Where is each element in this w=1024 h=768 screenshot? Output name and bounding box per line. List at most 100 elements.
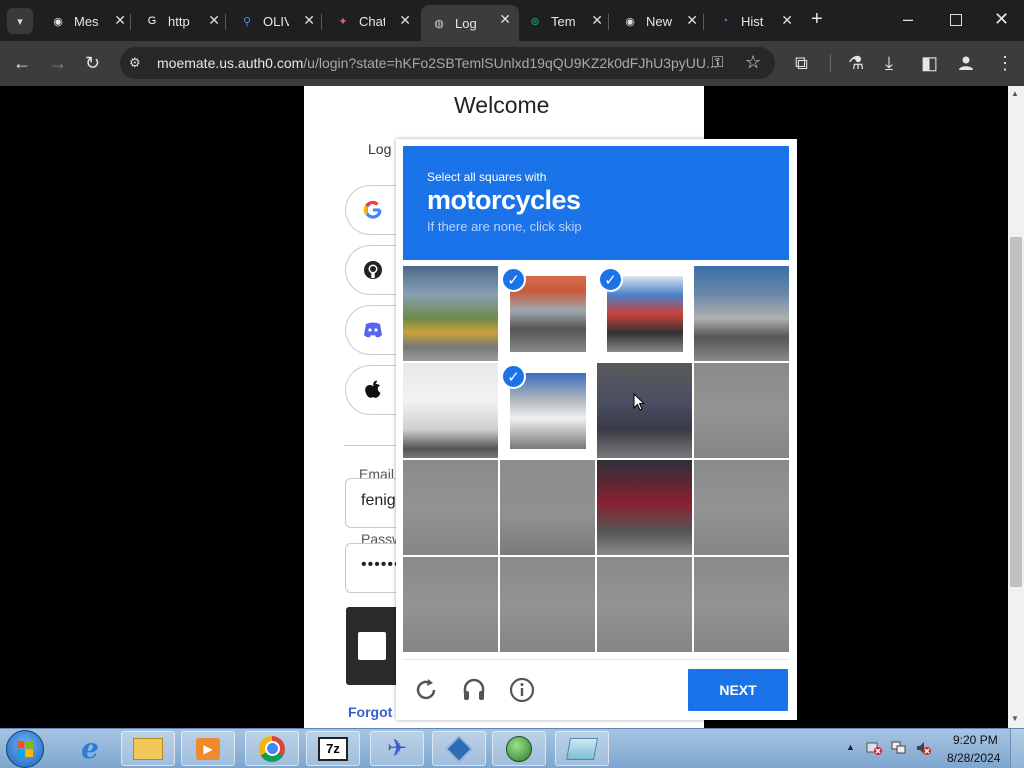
captcha-tile[interactable] [694, 557, 789, 652]
tab-title: Hist [741, 13, 764, 29]
apple-icon [362, 379, 384, 401]
captcha-tile-image [403, 557, 498, 652]
captcha-tile[interactable] [694, 266, 789, 361]
reload-challenge-icon[interactable] [412, 676, 440, 704]
scroll-up-arrow-icon[interactable]: ▲ [1011, 89, 1019, 98]
close-tab-icon[interactable]: ✕ [114, 12, 126, 29]
tab-1[interactable]: ◉ Mes ✕ [40, 6, 134, 36]
captcha-tile[interactable]: ✓ [597, 266, 692, 361]
scroll-down-arrow-icon[interactable]: ▼ [1011, 714, 1019, 723]
network-icon[interactable] [891, 740, 907, 756]
captcha-tile[interactable]: ✓ [500, 363, 595, 458]
tray-overflow-icon[interactable]: ▲ [846, 742, 855, 752]
globe-app-icon[interactable] [492, 731, 546, 766]
captcha-tile-image [694, 557, 789, 652]
chat-icon: ✦ [338, 15, 348, 28]
tab-7[interactable]: ◉ New ✕ [612, 6, 706, 36]
next-button[interactable]: NEXT [688, 669, 788, 711]
tab-title: Chat [359, 13, 385, 29]
captcha-tile-image [500, 557, 595, 652]
tab-6[interactable]: ⊛ Tem ✕ [517, 6, 611, 36]
tab-3[interactable]: ⚲ OLIV ✕ [229, 6, 323, 36]
close-tab-icon[interactable]: ✕ [591, 12, 603, 29]
tab-4[interactable]: ✦ Chat ✕ [325, 6, 419, 36]
tab-title: Tem [551, 13, 576, 29]
tab-title: Mes [74, 13, 99, 29]
7zip-icon[interactable]: 7z [306, 731, 360, 766]
captcha-tile[interactable] [403, 363, 498, 458]
captcha-tile[interactable] [694, 363, 789, 458]
clock-time[interactable]: 9:20 PM [953, 733, 998, 747]
bird-app-icon[interactable]: ✈ [370, 731, 424, 766]
side-panel-icon[interactable]: ◧ [921, 54, 938, 72]
media-player-icon[interactable]: ▶ [181, 731, 235, 766]
profile-avatar-icon[interactable] [958, 55, 973, 70]
volume-muted-icon[interactable] [915, 740, 931, 756]
close-tab-icon[interactable]: ✕ [399, 12, 411, 29]
tab-2[interactable]: Ghttp ✕ [134, 6, 228, 36]
tab-search-button[interactable]: ▾ [7, 8, 33, 34]
info-icon[interactable] [508, 676, 536, 704]
captcha-footer-divider [403, 659, 789, 660]
captcha-tile[interactable] [500, 460, 595, 555]
clock-date[interactable]: 8/28/2024 [947, 751, 1000, 765]
scrollbar-thumb[interactable] [1010, 237, 1022, 587]
tab-title: OLIV [263, 13, 289, 29]
captcha-tile[interactable] [403, 460, 498, 555]
login-subtitle: Log [368, 141, 392, 157]
captcha-image-grid: ✓ ✓ ✓ [403, 266, 789, 652]
notepad-app-icon[interactable] [555, 731, 609, 766]
tab-8[interactable]: ◔ Hist ✕ [707, 6, 801, 36]
password-key-icon[interactable]: ⚿ [712, 54, 723, 72]
captcha-tile[interactable] [597, 460, 692, 555]
tab-title: http [168, 13, 190, 29]
captcha-tile[interactable] [500, 557, 595, 652]
show-desktop-button[interactable] [1010, 729, 1024, 768]
history-icon: ◔ [721, 15, 729, 27]
download-icon[interactable]: ⤓ [885, 54, 893, 72]
tab-separator [225, 14, 226, 30]
captcha-tile[interactable] [403, 266, 498, 361]
close-window-button[interactable]: ✕ [994, 10, 1009, 28]
minimize-button[interactable]: – [903, 10, 913, 28]
captcha-tile[interactable]: ✓ [500, 266, 595, 361]
url-domain: moemate.us.auth0.com [157, 55, 304, 71]
network-warning-icon[interactable] [866, 740, 882, 755]
captcha-tile[interactable] [403, 557, 498, 652]
close-tab-icon[interactable]: ✕ [781, 12, 793, 29]
virtualbox-icon[interactable] [432, 731, 486, 766]
close-tab-icon[interactable]: ✕ [499, 11, 511, 28]
back-button[interactable]: ← [13, 54, 31, 72]
github-icon [362, 259, 384, 281]
menu-kebab-icon[interactable]: ⋮ [996, 54, 1014, 72]
selected-check-icon: ✓ [501, 267, 526, 292]
messenger-icon: ◉ [53, 15, 63, 28]
toolbar-divider [830, 54, 831, 72]
chrome-icon[interactable] [245, 731, 299, 766]
forgot-password-link[interactable]: Forgot [348, 704, 392, 720]
captcha-tile-image [500, 460, 595, 555]
captcha-tile-image [403, 266, 498, 361]
close-tab-icon[interactable]: ✕ [208, 12, 220, 29]
tab-5[interactable]: ◍ Log ✕ [421, 5, 519, 41]
labs-flask-icon[interactable]: ⚗ [848, 54, 864, 72]
captcha-tile[interactable] [597, 557, 692, 652]
selected-check-icon: ✓ [501, 364, 526, 389]
close-tab-icon[interactable]: ✕ [303, 12, 315, 29]
tab-title: Log [455, 15, 477, 31]
new-tab-button[interactable]: + [811, 9, 823, 29]
site-info-icon[interactable]: ⚙ [129, 55, 141, 71]
close-tab-icon[interactable]: ✕ [686, 12, 698, 29]
audio-challenge-icon[interactable] [460, 676, 488, 704]
bookmark-star-icon[interactable]: ☆ [745, 53, 761, 71]
extensions-icon[interactable]: ⧉ [795, 54, 808, 72]
forward-button[interactable]: → [49, 54, 67, 72]
file-explorer-icon[interactable] [121, 731, 175, 766]
internet-explorer-icon[interactable]: e [63, 731, 117, 766]
tab-separator [703, 14, 704, 30]
reload-button[interactable]: ↻ [85, 54, 100, 72]
start-orb-icon[interactable] [6, 730, 44, 768]
captcha-target-label: motorcycles [427, 185, 581, 215]
captcha-tile[interactable] [694, 460, 789, 555]
restore-button[interactable] [950, 14, 962, 26]
